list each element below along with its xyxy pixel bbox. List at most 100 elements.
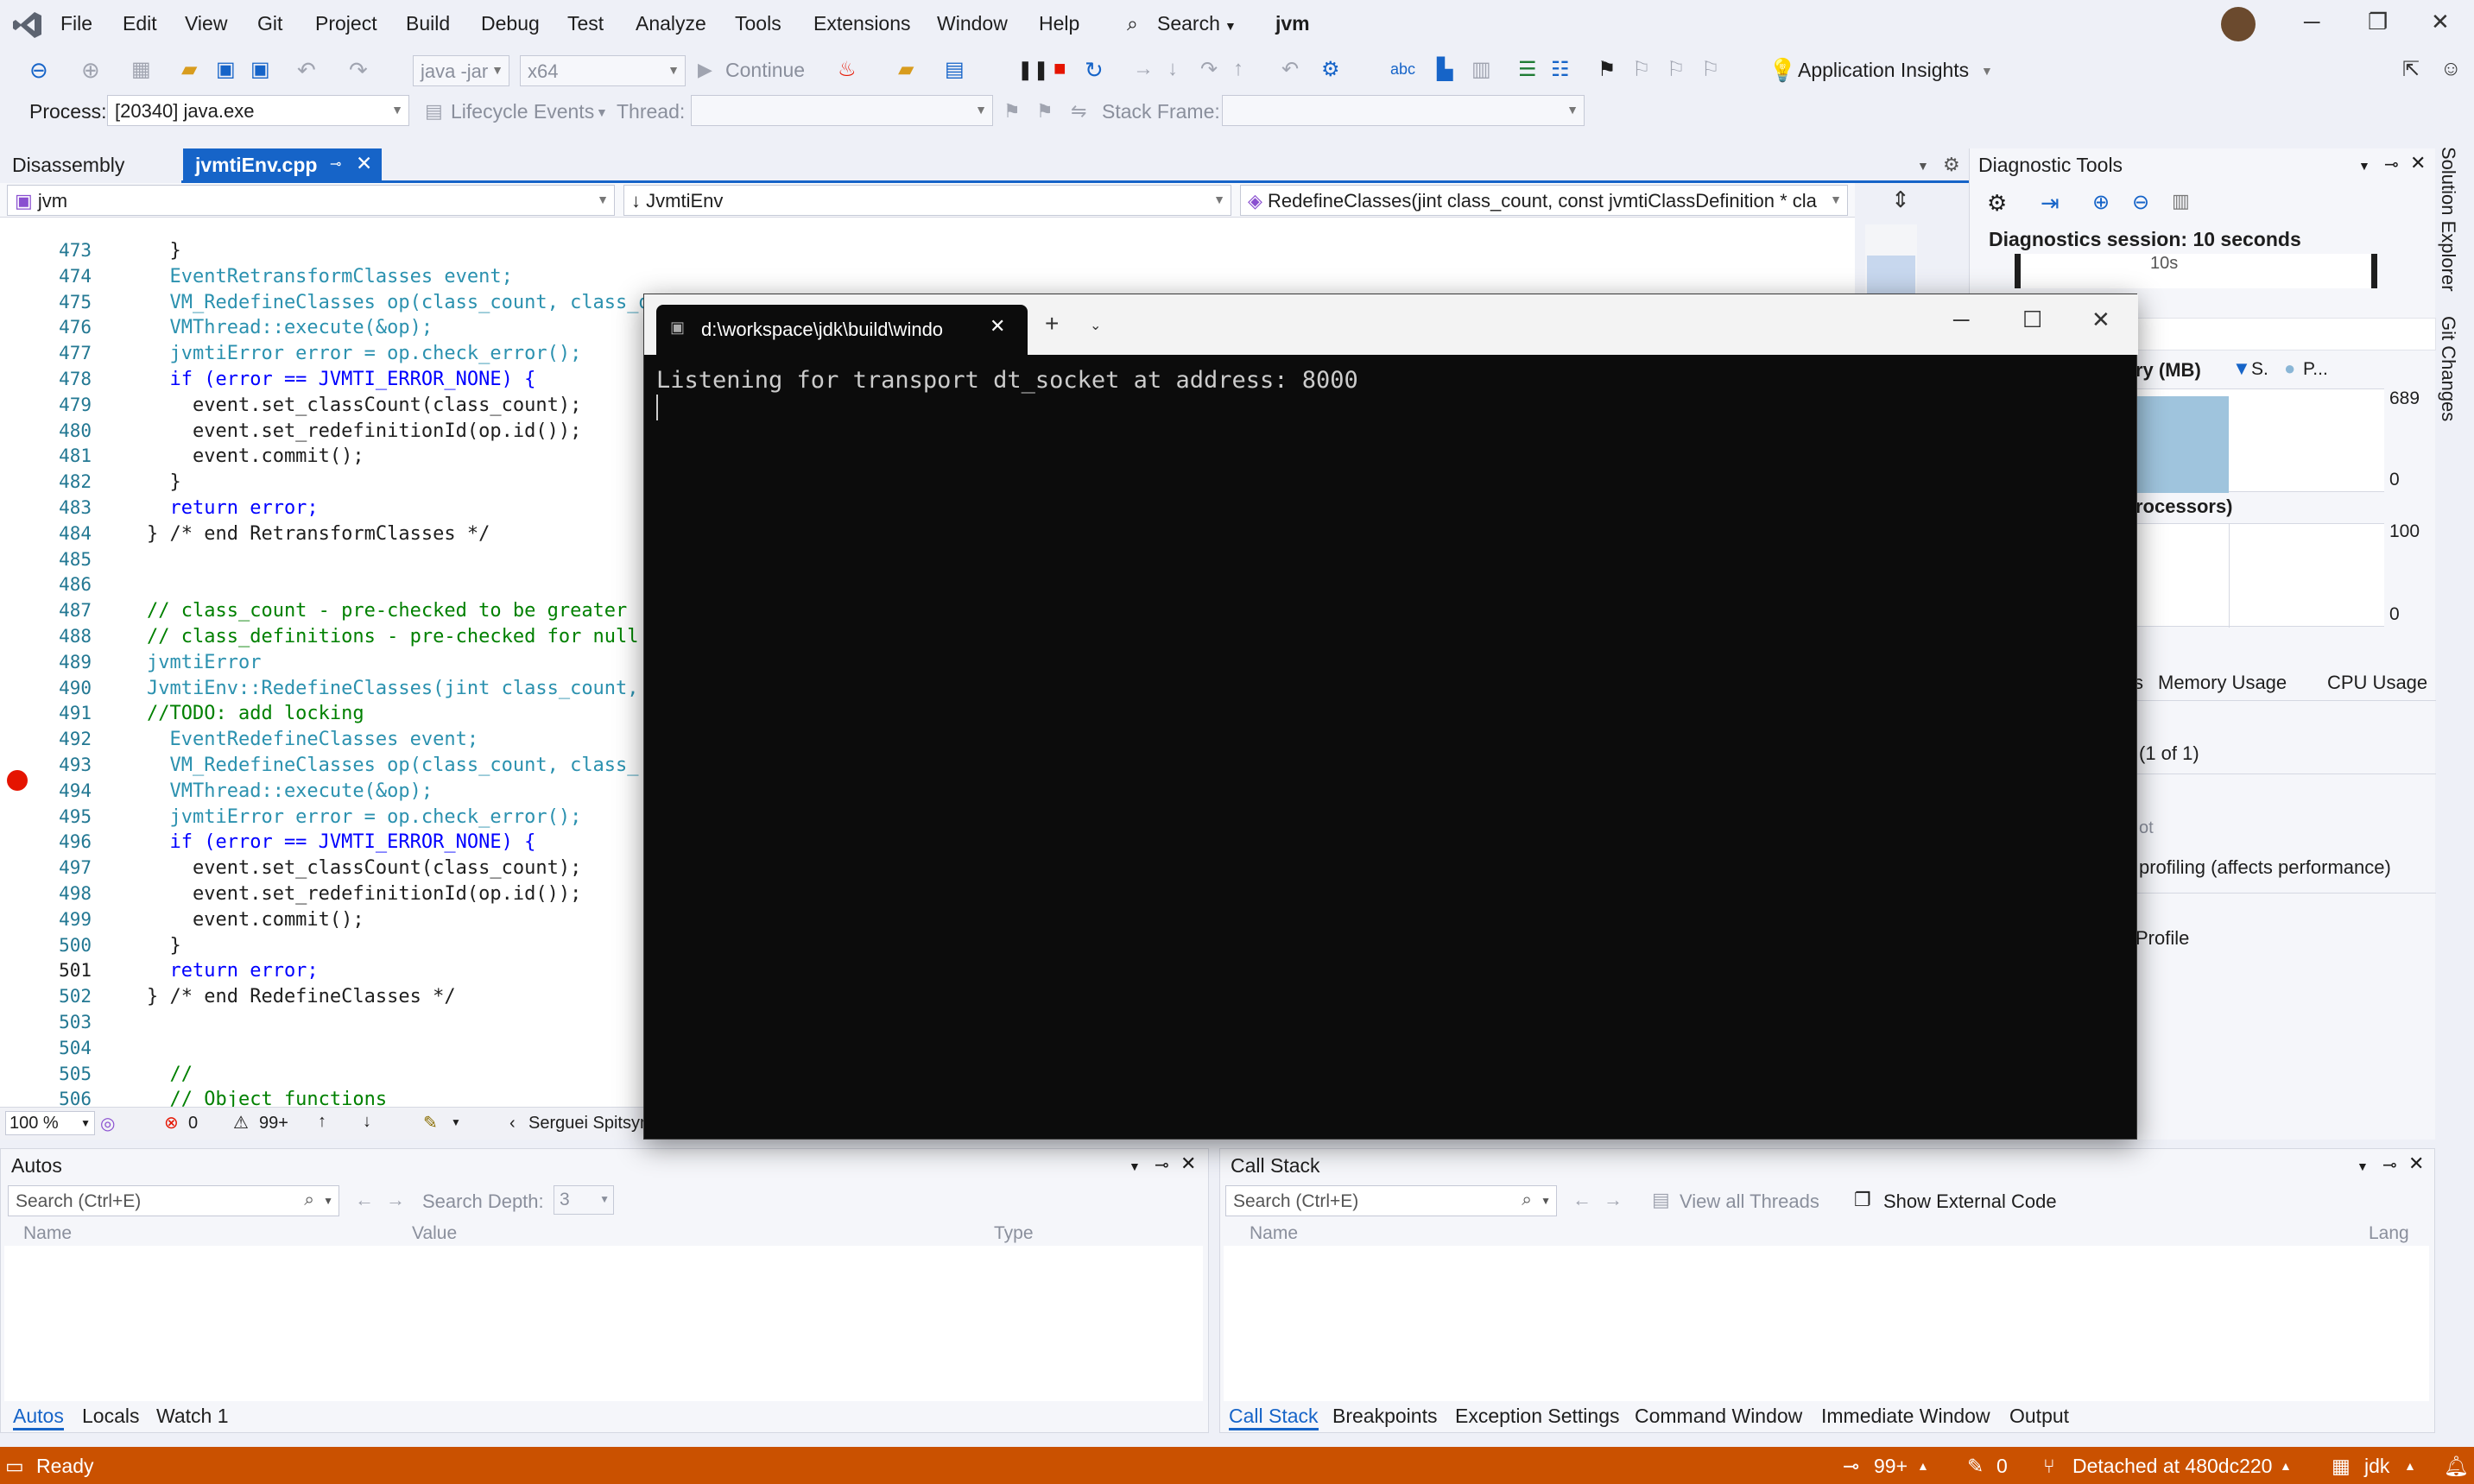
timeline-ruler[interactable]: 10s xyxy=(2015,254,2377,288)
zoom-combo[interactable]: 100 % ▼ xyxy=(5,1111,95,1135)
pin-icon[interactable]: ⊸ xyxy=(2384,154,2399,175)
hot-reload-icon[interactable]: ♨ xyxy=(838,57,864,83)
restart-icon[interactable]: ↻ xyxy=(1085,57,1110,83)
save-all-icon[interactable]: ▣ xyxy=(250,57,276,83)
autos-grid[interactable] xyxy=(4,1246,1203,1401)
code-line[interactable]: event.set_classCount(class_count); xyxy=(147,395,581,416)
thread-combo[interactable]: ▼ xyxy=(691,95,993,126)
menu-help[interactable]: Help xyxy=(1039,12,1079,35)
share-icon[interactable]: ⇱ xyxy=(2402,57,2428,83)
navigate-forward-icon[interactable]: ⊕ xyxy=(81,57,107,83)
tab-locals[interactable]: Locals xyxy=(82,1405,139,1428)
redo-icon[interactable]: ↷ xyxy=(349,57,375,83)
chevron-down-icon[interactable]: ▼ xyxy=(2358,159,2370,173)
code-line[interactable]: // xyxy=(147,1064,193,1085)
code-line[interactable]: } /* end RetransformClasses */ xyxy=(147,523,490,545)
code-line[interactable]: EventRetransformClasses event; xyxy=(147,266,512,287)
step-out-icon[interactable]: ↑ xyxy=(1233,57,1259,83)
menu-file[interactable]: File xyxy=(60,12,92,35)
pause-icon[interactable]: ❚❚ xyxy=(1017,59,1049,85)
stack-frame-icon[interactable]: ⇋ xyxy=(1071,100,1086,123)
terminal-output[interactable]: Listening for transport dt_socket at add… xyxy=(656,367,1358,394)
autos-search-input[interactable]: Search (Ctrl+E) ⌕ ▼ xyxy=(8,1185,339,1216)
tab-call-stack[interactable]: Call Stack xyxy=(1229,1405,1319,1430)
external-code-icon[interactable]: ❐ xyxy=(1854,1189,1871,1211)
code-line[interactable]: event.commit(); xyxy=(147,445,364,467)
git-branch-icon[interactable]: ⑂ xyxy=(2043,1455,2055,1478)
bookmark-icon[interactable]: ⚑ xyxy=(1598,57,1623,83)
tab-disassembly[interactable]: Disassembly xyxy=(0,148,181,183)
tab-output[interactable]: Output xyxy=(2009,1405,2069,1428)
menu-view[interactable]: View xyxy=(185,12,227,35)
step-back-icon[interactable]: ↶ xyxy=(1281,57,1307,83)
tab-breakpoints[interactable]: Breakpoints xyxy=(1332,1405,1437,1428)
step-into-icon[interactable]: ↓ xyxy=(1167,57,1193,83)
search-icon[interactable]: ⌕ xyxy=(1522,1190,1532,1210)
git-changes-tab[interactable]: Git Changes xyxy=(2437,316,2459,421)
arrow-down-icon[interactable]: ↓ xyxy=(363,1112,371,1132)
chart-icon[interactable]: ▥ xyxy=(2172,190,2190,212)
gear-icon[interactable]: ⚙ xyxy=(1987,190,2007,217)
configuration-combo[interactable]: java -jar ▼ xyxy=(413,55,509,86)
show-external-code-button[interactable]: Show External Code xyxy=(1883,1190,2057,1213)
continue-button[interactable]: Continue xyxy=(725,59,805,82)
code-line[interactable]: if (error == JVMTI_ERROR_NONE) { xyxy=(147,831,535,853)
code-line[interactable]: VM_RedefineClasses op(class_count, class… xyxy=(147,755,638,776)
flag-threads-icon[interactable]: ⚑ xyxy=(1036,100,1054,123)
pin-icon[interactable]: ⊸ xyxy=(330,155,341,173)
zoom-out-icon[interactable]: ⊖ xyxy=(2132,190,2149,215)
export-icon[interactable]: ⇥ xyxy=(2041,190,2060,217)
window-layout-icon[interactable]: ▤ xyxy=(945,57,971,83)
git-commit-icon[interactable]: ⊸ xyxy=(1843,1455,1859,1478)
scope-combo[interactable]: ↓ JvmtiEnv ▼ xyxy=(623,185,1231,216)
terminal-window[interactable]: ▣ d:\workspace\jdk\build\windo ✕ + ⌄ ─ ☐… xyxy=(643,294,2138,1140)
edit-count[interactable]: 0 xyxy=(1996,1455,2008,1478)
zoom-in-icon[interactable]: ⊕ xyxy=(2092,190,2110,215)
restore-icon[interactable]: ❐ xyxy=(2368,9,2388,35)
solution-explorer-tab[interactable]: Solution Explorer xyxy=(2437,147,2459,292)
code-line[interactable]: // class_count - pre-checked to be great… xyxy=(147,600,627,622)
pin-icon[interactable]: ⊸ xyxy=(1155,1154,1169,1176)
close-icon[interactable]: ✕ xyxy=(2410,152,2426,174)
minimize-icon[interactable]: ─ xyxy=(1953,306,1969,333)
lifecycle-events-icon[interactable]: ▤ xyxy=(425,100,443,123)
undo-icon[interactable]: ↶ xyxy=(297,57,323,83)
code-line[interactable]: jvmtiError xyxy=(147,652,261,673)
uncomment-icon[interactable]: ▥ xyxy=(1471,57,1497,83)
stop-icon[interactable]: ■ xyxy=(1054,57,1079,83)
open-folder-icon[interactable]: ▰ xyxy=(181,57,207,83)
chevron-left-icon[interactable]: ‹ xyxy=(509,1114,516,1134)
step-over-icon[interactable]: ↷ xyxy=(1200,57,1226,83)
pin-icon[interactable]: ⊸ xyxy=(2382,1154,2397,1176)
view-all-threads-button[interactable]: View all Threads xyxy=(1680,1190,1819,1213)
column-value[interactable]: Value xyxy=(412,1223,457,1244)
maximize-icon[interactable]: ☐ xyxy=(2022,306,2042,333)
code-line[interactable]: if (error == JVMTI_ERROR_NONE) { xyxy=(147,369,535,390)
git-branch-label[interactable]: Detached at 480dc220 xyxy=(2072,1455,2272,1478)
column-type[interactable]: Type xyxy=(994,1223,1034,1244)
arrow-left-icon[interactable]: ← xyxy=(355,1189,374,1211)
avatar[interactable] xyxy=(2221,7,2256,41)
member-combo[interactable]: ◈ RedefineClasses(jint class_count, cons… xyxy=(1240,185,1848,216)
code-line[interactable]: event.set_redefinitionId(op.id()); xyxy=(147,420,581,442)
chevron-down-icon[interactable]: ▼ xyxy=(1129,1159,1141,1173)
feedback-icon[interactable]: ☺ xyxy=(2440,57,2466,83)
indent-icon[interactable]: ☰ xyxy=(1518,57,1544,83)
code-line[interactable]: } xyxy=(147,935,180,957)
code-line[interactable]: } /* end RedefineClasses */ xyxy=(147,986,456,1007)
call-stack-search-input[interactable]: Search (Ctrl+E) ⌕ ▼ xyxy=(1225,1185,1557,1216)
threads-icon[interactable]: ▤ xyxy=(1652,1189,1670,1211)
process-combo[interactable]: [20340] java.exe ▼ xyxy=(107,95,409,126)
code-line[interactable]: JvmtiEnv::RedefineClasses(jint class_cou… xyxy=(147,678,639,699)
git-changes-count[interactable]: 99+ xyxy=(1874,1455,1908,1478)
close-icon[interactable]: ✕ xyxy=(990,315,1005,338)
new-project-icon[interactable]: ▦ xyxy=(131,57,157,83)
close-icon[interactable]: ✕ xyxy=(2091,306,2110,333)
code-line[interactable]: jvmtiError error = op.check_error(); xyxy=(147,806,581,828)
application-insights-button[interactable]: Application Insights xyxy=(1798,59,1969,82)
menu-analyze[interactable]: Analyze xyxy=(636,12,706,35)
menu-debug[interactable]: Debug xyxy=(481,12,540,35)
tab-jvmtienv-cpp[interactable]: jvmtiEnv.cpp ⊸ ✕ xyxy=(183,148,382,183)
search-icon[interactable]: ⌕ xyxy=(1127,12,1138,35)
menu-git[interactable]: Git xyxy=(257,12,282,35)
